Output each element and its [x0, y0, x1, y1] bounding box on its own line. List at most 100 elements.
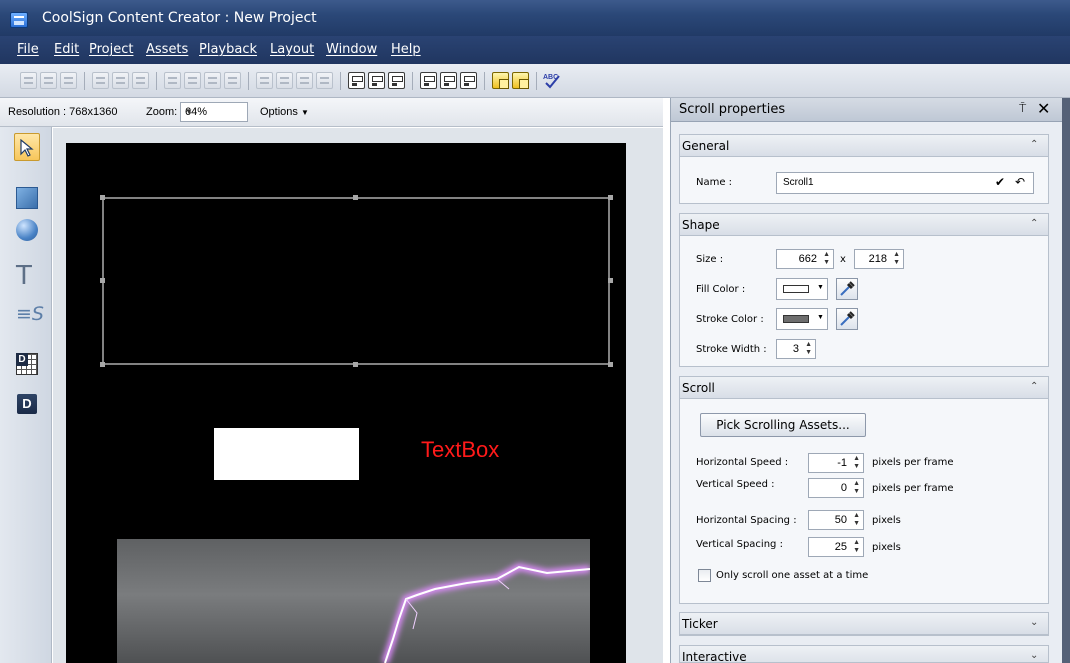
horizontal-spacing-value: 50: [834, 514, 847, 526]
same-height-icon[interactable]: [440, 72, 457, 89]
resize-handle[interactable]: [353, 362, 358, 367]
increase-horizontal-spacing-icon[interactable]: [184, 72, 201, 89]
resize-handle[interactable]: [100, 195, 105, 200]
space-horizontal-icon[interactable]: [164, 72, 181, 89]
menu-layout[interactable]: Layout: [270, 42, 314, 57]
resize-handle[interactable]: [608, 362, 613, 367]
resize-handle[interactable]: [608, 278, 613, 283]
center-horizontal-icon[interactable]: [348, 72, 365, 89]
zoom-select[interactable]: 64% ▼: [180, 102, 248, 122]
vertical-spacing-spinner[interactable]: 25 ▲ ▼: [808, 537, 864, 557]
spinner-arrows-icon[interactable]: ▲ ▼: [823, 251, 830, 267]
align-bottom-icon[interactable]: [132, 72, 149, 89]
menu-playback[interactable]: Playback: [199, 42, 257, 57]
canvas-stage[interactable]: TextBox: [66, 143, 626, 663]
spinner-arrows-icon[interactable]: ▲ ▼: [853, 480, 860, 496]
pin-icon[interactable]: ⍑: [1019, 101, 1026, 116]
options-label: Options: [260, 106, 298, 118]
horizontal-spacing-spinner[interactable]: 50 ▲ ▼: [808, 510, 864, 530]
center-vertical-icon[interactable]: [388, 72, 405, 89]
options-menu[interactable]: Options ▼: [260, 106, 309, 118]
ticker-section: Ticker ⌄: [679, 612, 1049, 636]
chevron-down-icon: ▼: [817, 284, 824, 291]
align-top-icon[interactable]: [92, 72, 109, 89]
space-vertical-icon[interactable]: [256, 72, 273, 89]
toolbar-separator: [84, 72, 85, 90]
window-edge: [1062, 98, 1070, 663]
menu-project[interactable]: Project: [89, 42, 133, 57]
name-field[interactable]: Scroll1 ✔ ↶: [776, 172, 1034, 194]
interactive-header[interactable]: Interactive ⌄: [680, 646, 1048, 662]
general-header[interactable]: General ⌃: [680, 135, 1048, 157]
text-tool-icon[interactable]: T: [16, 263, 38, 289]
align-center-icon[interactable]: [40, 72, 57, 89]
spinner-arrows-icon[interactable]: ▲ ▼: [853, 539, 860, 555]
white-rectangle-element[interactable]: [214, 428, 359, 480]
ticker-header[interactable]: Ticker ⌄: [680, 613, 1048, 635]
center-icon[interactable]: [368, 72, 385, 89]
interactive-section: Interactive ⌄: [679, 645, 1049, 663]
menu-help[interactable]: Help: [391, 42, 421, 57]
shape-header[interactable]: Shape ⌃: [680, 214, 1048, 236]
shape-section: Shape ⌃ Size : 662 ▲ ▼ x 218 ▲ ▼ Fill Colo…: [679, 213, 1049, 367]
stroke-color-picker[interactable]: ▼: [776, 308, 828, 330]
menu-assets[interactable]: Assets: [146, 42, 188, 57]
data-tool-icon[interactable]: D: [17, 394, 37, 414]
horizontal-speed-spinner[interactable]: -1 ▲ ▼: [808, 453, 864, 473]
same-size-icon[interactable]: [460, 72, 477, 89]
scroll-element[interactable]: [102, 197, 610, 365]
select-tool-icon[interactable]: [14, 133, 40, 161]
fill-color-label: Fill Color :: [696, 284, 746, 295]
stroke-width-value: 3: [792, 343, 799, 355]
spinner-arrows-icon[interactable]: ▲ ▼: [805, 341, 812, 357]
grid-tool-icon[interactable]: [16, 353, 38, 375]
pick-scrolling-assets-button[interactable]: Pick Scrolling Assets...: [700, 413, 866, 437]
send-to-back-icon[interactable]: [512, 72, 529, 89]
same-width-icon[interactable]: [420, 72, 437, 89]
collapse-icon[interactable]: ⌃: [1030, 139, 1038, 150]
fill-eyedropper-icon[interactable]: [836, 278, 858, 300]
lightning-image[interactable]: [117, 539, 590, 663]
horizontal-speed-unit: pixels per frame: [872, 457, 954, 468]
decrease-horizontal-spacing-icon[interactable]: [204, 72, 221, 89]
fill-color-picker[interactable]: ▼: [776, 278, 828, 300]
scroll-header[interactable]: Scroll ⌃: [680, 377, 1048, 399]
resize-handle[interactable]: [353, 195, 358, 200]
close-icon[interactable]: ✕: [1037, 99, 1050, 118]
collapse-icon[interactable]: ⌃: [1030, 381, 1038, 392]
remove-horizontal-spacing-icon[interactable]: [224, 72, 241, 89]
only-one-asset-checkbox[interactable]: [698, 569, 711, 582]
spinner-arrows-icon[interactable]: ▲ ▼: [853, 455, 860, 471]
menu-window[interactable]: Window: [326, 42, 377, 57]
rectangle-tool-icon[interactable]: [16, 187, 38, 209]
expand-icon[interactable]: ⌄: [1030, 617, 1038, 628]
menu-file[interactable]: File: [17, 42, 39, 57]
stroke-width-spinner[interactable]: 3 ▲ ▼: [776, 339, 816, 359]
menu-edit[interactable]: Edit: [54, 42, 79, 57]
collapse-icon[interactable]: ⌃: [1030, 218, 1038, 229]
spinner-arrows-icon[interactable]: ▲ ▼: [893, 251, 900, 267]
resize-handle[interactable]: [608, 195, 613, 200]
undo-icon[interactable]: ↶: [1015, 175, 1025, 189]
align-middle-icon[interactable]: [112, 72, 129, 89]
resize-handle[interactable]: [100, 362, 105, 367]
align-right-icon[interactable]: [60, 72, 77, 89]
stroke-eyedropper-icon[interactable]: [836, 308, 858, 330]
increase-vertical-spacing-icon[interactable]: [276, 72, 293, 89]
width-spinner[interactable]: 662 ▲ ▼: [776, 249, 834, 269]
ellipse-tool-icon[interactable]: [16, 219, 38, 241]
remove-vertical-spacing-icon[interactable]: [316, 72, 333, 89]
spell-check-icon[interactable]: ABC: [542, 72, 560, 89]
bring-to-front-icon[interactable]: [492, 72, 509, 89]
align-left-icon[interactable]: [20, 72, 37, 89]
vertical-speed-spinner[interactable]: 0 ▲ ▼: [808, 478, 864, 498]
spinner-arrows-icon[interactable]: ▲ ▼: [853, 512, 860, 528]
confirm-icon[interactable]: ✔: [995, 175, 1005, 189]
resize-handle[interactable]: [100, 278, 105, 283]
textbox-element[interactable]: TextBox: [421, 437, 499, 463]
horizontal-speed-value: -1: [837, 457, 847, 469]
expand-icon[interactable]: ⌄: [1030, 650, 1038, 661]
decrease-vertical-spacing-icon[interactable]: [296, 72, 313, 89]
height-spinner[interactable]: 218 ▲ ▼: [854, 249, 904, 269]
scroll-text-tool-icon[interactable]: ≡S: [16, 303, 44, 325]
